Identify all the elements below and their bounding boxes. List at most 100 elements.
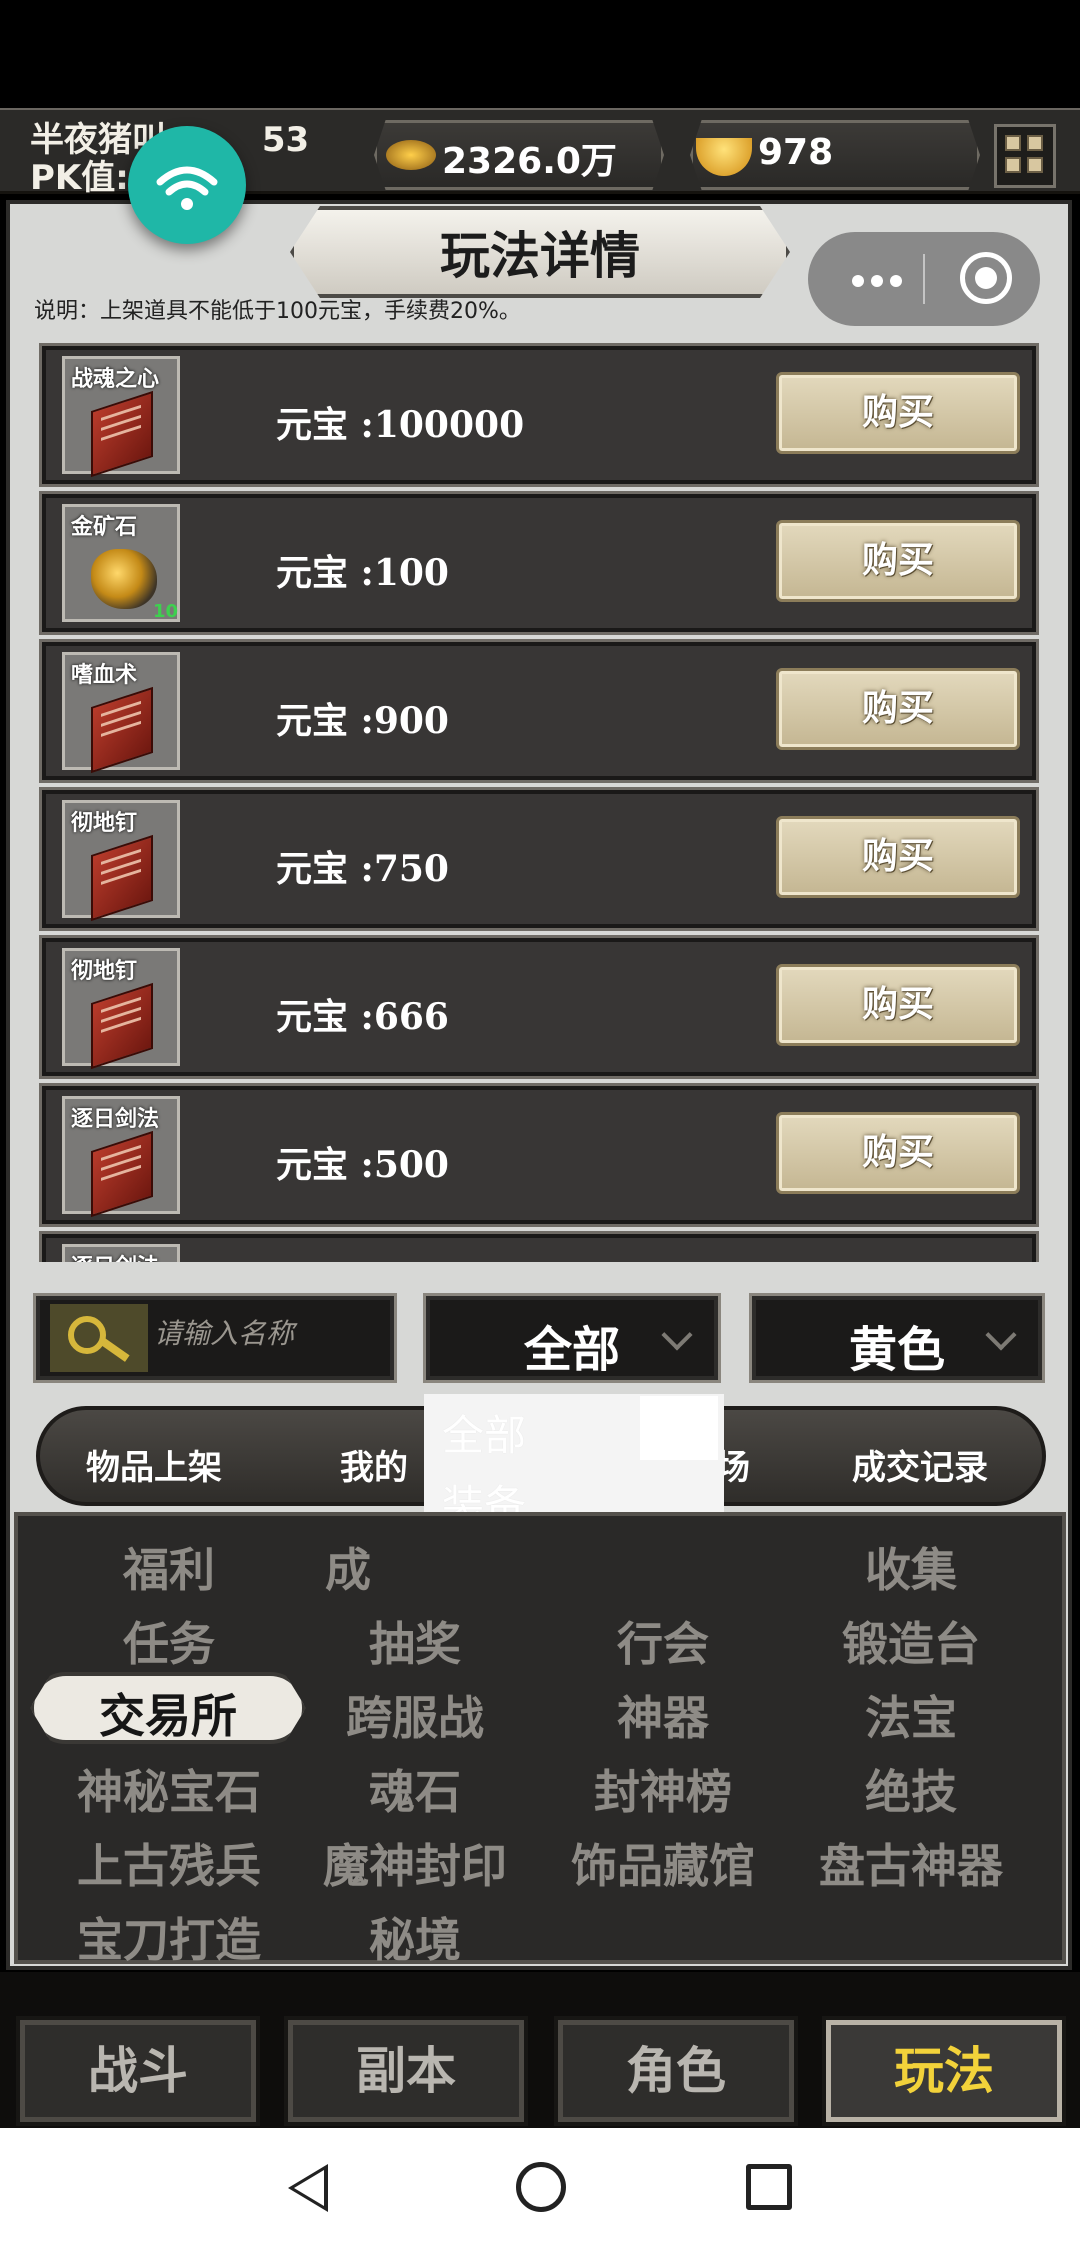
- menu-item-collection[interactable]: 收集: [786, 1534, 1036, 1600]
- listing-row: 逐日剑法 元宝 :500 购买: [39, 1083, 1039, 1227]
- listing-row: 嗜血术 元宝 :900 购买: [39, 639, 1039, 783]
- menu-item-guild[interactable]: 行会: [538, 1608, 788, 1674]
- red-book-icon: [91, 1130, 153, 1218]
- wifi-icon: [156, 166, 218, 210]
- status-bar: [0, 0, 1080, 108]
- item-price: 元宝 :900: [276, 700, 449, 742]
- buy-label: 购买: [861, 392, 934, 433]
- listing-row: 逐日剑法: [39, 1231, 1039, 1262]
- pk-label: PK值:: [30, 158, 129, 198]
- nav-character-label: 角色: [626, 2041, 726, 2100]
- item-price: 元宝 :100: [276, 552, 449, 594]
- menu-item-blade-forging[interactable]: 宝刀打造: [44, 1904, 294, 1970]
- listing-row: 彻地钉 元宝 :666 购买: [39, 935, 1039, 1079]
- menu-item-mystic-gem[interactable]: 神秘宝石: [44, 1756, 294, 1822]
- buy-button[interactable]: 购买: [776, 816, 1020, 898]
- item-slot[interactable]: 金矿石 10: [62, 504, 180, 622]
- menu-item-welfare[interactable]: 福利: [44, 1534, 294, 1600]
- menu-item-deity-list[interactable]: 封神榜: [538, 1756, 788, 1822]
- search-input[interactable]: [154, 1318, 384, 1350]
- item-name: 彻地钉: [71, 810, 138, 836]
- color-select[interactable]: 黄色: [749, 1293, 1045, 1383]
- tab-trade-history[interactable]: 成交记录: [852, 1440, 988, 1489]
- item-slot[interactable]: 逐日剑法: [62, 1244, 180, 1262]
- menu-item-ultimate-skill[interactable]: 绝技: [786, 1756, 1036, 1822]
- item-name: 嗜血术: [71, 662, 138, 688]
- menu-item-accessory-vault[interactable]: 饰品藏馆: [538, 1830, 788, 1896]
- nav-gameplay-label: 玩法: [894, 2041, 994, 2100]
- nav-dungeon-label: 副本: [356, 2041, 456, 2100]
- buy-label: 购买: [861, 688, 934, 729]
- close-target-icon[interactable]: [960, 252, 1012, 304]
- item-slot[interactable]: 战魂之心: [62, 356, 180, 478]
- item-quantity: 10: [153, 601, 179, 622]
- item-name: 金矿石: [71, 514, 138, 540]
- menu-item-cross-server[interactable]: 跨服战: [290, 1682, 540, 1748]
- nav-gameplay[interactable]: 玩法: [822, 2016, 1066, 2126]
- nav-dungeon[interactable]: 副本: [284, 2016, 528, 2126]
- item-name: 逐日剑法: [71, 1249, 159, 1262]
- item-price: 元宝 :500: [276, 1144, 449, 1186]
- listing-list[interactable]: 战魂之心 元宝 :100000 购买 金矿石 10 元宝 :100 购买 嗜血术…: [28, 340, 1040, 1262]
- tab-list-item[interactable]: 物品上架: [86, 1440, 222, 1489]
- buy-button[interactable]: 购买: [776, 520, 1020, 602]
- buy-button[interactable]: 购买: [776, 1112, 1020, 1194]
- buy-label: 购买: [861, 984, 934, 1025]
- listing-row: 战魂之心 元宝 :100000 购买: [39, 343, 1039, 487]
- listing-row: 彻地钉 元宝 :750 购买: [39, 787, 1039, 931]
- nav-battle-label: 战斗: [88, 2041, 188, 2100]
- gold-amount: 2326.0万: [442, 141, 617, 182]
- page-title: 玩法详情: [440, 227, 640, 285]
- menu-item-artifact[interactable]: 神器: [538, 1682, 788, 1748]
- dropdown-overlay-box: [640, 1396, 718, 1460]
- menu-item-achievement[interactable]: 成: [288, 1534, 408, 1600]
- buy-label: 购买: [861, 836, 934, 877]
- yuanbao-amount: 978: [758, 132, 834, 173]
- nav-battle[interactable]: 战斗: [16, 2016, 260, 2126]
- red-book-icon: [91, 982, 153, 1070]
- red-book-icon: [91, 390, 153, 478]
- wifi-floating-button[interactable]: [128, 126, 246, 244]
- buy-button[interactable]: 购买: [776, 964, 1020, 1046]
- search-box[interactable]: [33, 1293, 397, 1383]
- menu-item-forge[interactable]: 锻造台: [786, 1608, 1036, 1674]
- menu-item-ancient-weapon[interactable]: 上古残兵: [44, 1830, 294, 1896]
- back-icon[interactable]: [288, 2164, 328, 2212]
- item-price: 元宝 :100000: [276, 404, 525, 446]
- item-slot[interactable]: 逐日剑法: [62, 1096, 180, 1218]
- more-icon[interactable]: [852, 272, 909, 291]
- mini-program-capsule: [808, 232, 1040, 326]
- item-slot[interactable]: 嗜血术: [62, 652, 180, 774]
- menu-item-exchange[interactable]: 交易所: [30, 1680, 306, 1746]
- item-slot[interactable]: 彻地钉: [62, 800, 180, 922]
- home-icon[interactable]: [516, 2162, 566, 2212]
- menu-item-magic-weapon[interactable]: 法宝: [786, 1682, 1036, 1748]
- menu-item-demon-seal[interactable]: 魔神封印: [290, 1830, 540, 1896]
- menu-item-lottery[interactable]: 抽奖: [290, 1608, 540, 1674]
- item-name: 彻地钉: [71, 958, 138, 984]
- buy-label: 购买: [861, 540, 934, 581]
- dropdown-option-all[interactable]: 全部: [442, 1402, 526, 1463]
- player-level: 53: [261, 120, 310, 160]
- red-book-icon: [91, 686, 153, 774]
- item-price: 元宝 :750: [276, 848, 449, 890]
- buy-button[interactable]: 购买: [776, 668, 1020, 750]
- menu-item-secret-realm[interactable]: 秘境: [290, 1904, 540, 1970]
- item-price: 元宝 :666: [276, 996, 449, 1038]
- search-icon[interactable]: [50, 1304, 148, 1372]
- menu-item-tasks[interactable]: 任务: [44, 1608, 294, 1674]
- buy-label: 购买: [861, 1132, 934, 1173]
- buy-button[interactable]: 购买: [776, 372, 1020, 454]
- item-slot[interactable]: 彻地钉: [62, 948, 180, 1070]
- note-text: 说明：上架道具不能低于100元宝，手续费20%。: [34, 299, 521, 324]
- tab-my-items[interactable]: 我的: [340, 1440, 408, 1489]
- red-book-icon: [91, 834, 153, 922]
- menu-item-soul-stone[interactable]: 魂石: [290, 1756, 540, 1822]
- gold-ore-icon: [91, 549, 157, 609]
- menu-item-pangu-artifact[interactable]: 盘古神器: [786, 1830, 1036, 1896]
- recent-apps-icon[interactable]: [746, 2164, 792, 2210]
- listing-row: 金矿石 10 元宝 :100 购买: [39, 491, 1039, 635]
- nav-character[interactable]: 角色: [554, 2016, 798, 2126]
- category-select[interactable]: 全部: [423, 1293, 721, 1383]
- menu-grid-icon[interactable]: [994, 124, 1056, 188]
